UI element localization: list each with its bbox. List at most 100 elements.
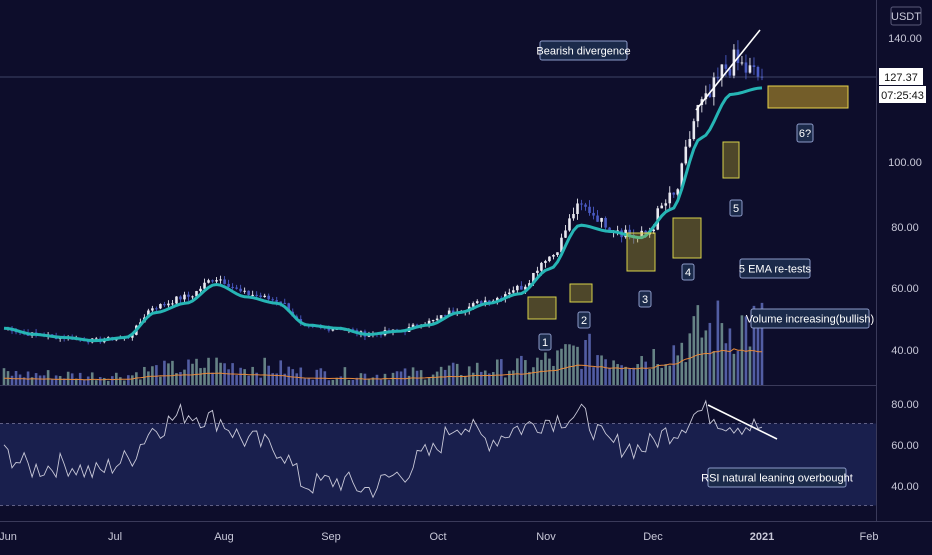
candle-body [548,256,551,262]
volume-bar [548,358,551,385]
candle-body [275,300,279,302]
volume-bar [86,376,90,385]
countdown-value: 07:25:43 [881,90,924,102]
volume-bar [127,375,130,385]
candle-body [600,217,603,222]
time-label: Feb [860,531,879,543]
volume-bar [259,377,262,385]
volume-bar [427,377,431,385]
volume-bar [311,379,315,385]
candle-body [263,295,266,298]
time-label: Oct [429,531,446,543]
svg-text:5 EMA re-tests: 5 EMA re-tests [739,264,812,276]
candle-body [247,290,250,296]
volume-bar [648,369,651,385]
volume-bar [560,348,563,385]
candle-body [267,295,270,300]
volume-bar [491,372,495,385]
retest-number-label: 2 [577,311,591,329]
candle-body [544,261,547,263]
candle-body [588,206,591,213]
chart-canvas[interactable]: Bearish divergence 6? 5 EMA re-tests Vol… [0,0,932,550]
volume-bar [612,360,615,385]
volume-bar [736,351,740,385]
volume-increasing-label: Volume increasing(bullish) [746,308,874,329]
volume-bar [584,339,587,385]
candle-body [520,285,523,290]
volume-bar [640,356,643,385]
candle-body [435,318,439,321]
retest-number-label: 4 [681,263,695,281]
candle-body [171,303,174,305]
volume-bar [287,366,291,385]
candle-body [259,295,262,298]
volume-bar [732,353,736,385]
candle-body [744,62,748,73]
candle-body [692,121,696,140]
volume-bar [215,357,218,385]
candle-body [672,192,676,195]
volume-bar [167,363,170,385]
volume-bar [471,372,475,385]
volume-bar [644,361,647,385]
volume-bar [720,323,724,385]
trading-chart[interactable]: Bearish divergence 6? 5 EMA re-tests Vol… [0,0,932,550]
volume-bar [347,380,351,385]
volume-bar [163,360,166,385]
volume-bar [512,370,515,385]
volume-bar [632,367,635,385]
candle-body [475,301,479,304]
volume-bar [552,365,555,385]
volume-bar [139,379,142,385]
volume-bar [327,380,331,385]
volume-bar [403,368,407,385]
volume-bar [712,351,716,385]
volume-bar [479,371,483,385]
target-label: 6? [796,123,814,143]
volume-bar [26,371,30,385]
retest-box [672,217,702,259]
volume-bar [700,337,704,385]
candle-body [199,288,202,292]
volume-bar [14,370,18,385]
candle-body [431,320,435,322]
rsi-tick: 60.00 [891,440,919,452]
volume-bar [151,366,154,385]
retest-number-label: 3 [638,290,652,308]
volume-bar [660,367,664,385]
volume-bar [656,364,660,385]
volume-bar [532,367,535,385]
rsi-tick: 80.00 [891,399,919,411]
candle-body [552,255,555,257]
time-label: Aug [214,531,234,543]
candle-body [159,304,162,309]
volume-bar [704,330,708,385]
retest-number-label: 1 [538,333,552,351]
candle-body [556,252,559,256]
candle-body [516,285,519,291]
volume-bar [423,379,427,385]
time-label: Jul [108,531,122,543]
candle-body [564,230,567,238]
volume-bar [331,379,335,385]
candle-body [187,294,190,297]
candle-body [572,213,575,219]
bearish-divergence-label: Bearish divergence [536,40,631,61]
volume-bar [604,359,607,385]
volume-bar [319,368,323,385]
volume-bar [495,359,499,385]
volume-bar [235,375,238,385]
candle-body [716,77,720,79]
volume-bar [387,380,391,385]
candle-body [239,288,242,292]
volume-bar [367,379,371,385]
volume-bar [179,372,182,385]
volume-bar [524,360,527,385]
volume-bar [483,370,487,385]
volume-bar [500,359,503,385]
candle-body [752,65,756,68]
candle-body [740,62,744,64]
currency-label: USDT [891,11,921,23]
candle-body [231,286,234,288]
volume-bar [303,378,307,385]
